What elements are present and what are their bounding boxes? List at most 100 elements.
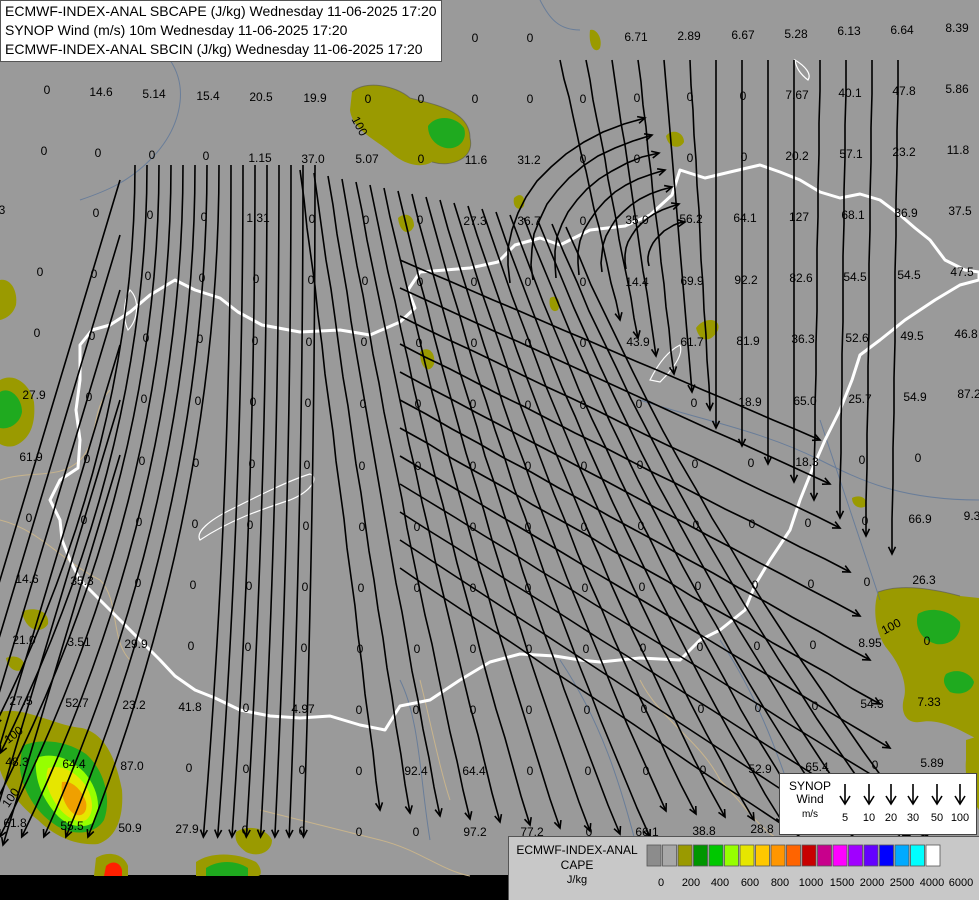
- cape-legend-label: 600: [741, 877, 759, 889]
- cin-value-label: 0: [417, 213, 424, 227]
- cin-value-label: 0: [34, 326, 41, 340]
- cin-value-label: 37.5: [948, 204, 972, 218]
- cin-value-label: 0: [84, 452, 91, 466]
- cin-value-label: 0: [247, 518, 254, 532]
- cin-value-label: 68.1: [841, 208, 865, 222]
- cin-value-label: 54.5: [897, 268, 921, 282]
- cape-legend-label: 400: [711, 877, 729, 889]
- cin-value-label: 0: [805, 516, 812, 530]
- cin-value-label: 87.0: [120, 759, 144, 773]
- cin-value-label: 0: [139, 454, 146, 468]
- cin-value-label: 0: [360, 397, 367, 411]
- cin-value-label: 0: [363, 213, 370, 227]
- cin-value-label: 0: [250, 395, 257, 409]
- synop-wind-legend: SYNOP Wind m/s 5 10 20 30 50 100: [779, 773, 977, 835]
- cin-value-label: 7.33: [917, 695, 941, 709]
- cin-value-label: 0: [580, 92, 587, 106]
- cin-value-label: 0: [470, 703, 477, 717]
- cin-value-label: 0: [246, 579, 253, 593]
- cin-value-label: 81.9: [736, 334, 760, 348]
- cin-value-label: 0: [634, 91, 641, 105]
- cin-value-label: 0: [418, 152, 425, 166]
- cin-value-label: 0: [585, 764, 592, 778]
- cin-value-label: 49.5: [900, 329, 924, 343]
- cin-value-label: 0: [201, 210, 208, 224]
- cin-value-label: 0: [415, 397, 422, 411]
- cin-value-label: 127: [789, 210, 809, 224]
- cape-legend-scale: 0 200 400 600 800 1000 1500 2000 2500 4000 6000: [646, 844, 973, 889]
- cin-value-label: 28.8: [750, 822, 774, 836]
- cin-value-label: 0: [755, 701, 762, 715]
- cin-value-label: 0: [362, 274, 369, 288]
- cin-value-label: 5.86: [945, 82, 969, 96]
- cin-value-label: 0: [692, 457, 699, 471]
- cape-legend-swatch: [910, 844, 925, 867]
- cape-legend-label: 0: [658, 877, 664, 889]
- cin-value-label: 61.7: [680, 335, 704, 349]
- cin-value-label: 35.0: [625, 213, 649, 227]
- cin-value-label: 47.8: [892, 84, 916, 98]
- cin-value-label: 0: [414, 520, 421, 534]
- cin-value-label: 64.4: [462, 764, 486, 778]
- cin-value-label: 0: [415, 459, 422, 473]
- cin-value-label: 0: [580, 214, 587, 228]
- cin-value-label: 0: [186, 761, 193, 775]
- cape-legend-label: 4000: [920, 877, 944, 889]
- cin-value-label: 0: [145, 269, 152, 283]
- cin-value-label: 0: [582, 581, 589, 595]
- synop-arrows: 5 10 20 30 50 100: [839, 784, 969, 824]
- cin-value-label: 0: [740, 89, 747, 103]
- cin-value-label: 0: [41, 144, 48, 158]
- cin-value-label: 0: [812, 699, 819, 713]
- cape-legend-swatch: [894, 844, 910, 867]
- cin-value-label: 0: [924, 634, 931, 648]
- cin-value-label: 0: [637, 458, 644, 472]
- cin-value-label: 0: [580, 275, 587, 289]
- cin-value-label: 0: [691, 396, 698, 410]
- cin-value-label: 0: [810, 638, 817, 652]
- synop-legend-value: 50: [931, 812, 943, 824]
- cin-value-label: 0: [470, 397, 477, 411]
- cin-value-label: 66.9: [908, 512, 932, 526]
- cin-value-label: 0: [197, 332, 204, 346]
- cin-value-label: 0: [581, 520, 588, 534]
- cin-value-label: 9.3: [964, 509, 979, 523]
- cape-legend-swatch: [879, 844, 894, 867]
- cin-value-label: 6.64: [890, 23, 914, 37]
- map-header: ECMWF-INDEX-ANAL SBCAPE (J/kg) Wednesday…: [0, 0, 442, 62]
- cin-value-label: 0: [752, 578, 759, 592]
- cin-value-label: 6.13: [837, 24, 861, 38]
- cin-value-label: 87.2: [957, 387, 979, 401]
- cin-value-label: 0: [359, 520, 366, 534]
- header-line-cin: ECMWF-INDEX-ANAL SBCIN (J/kg) Wednesday …: [5, 41, 423, 57]
- cin-value-label: 52.6: [845, 331, 869, 345]
- cin-value-label: 0: [859, 453, 866, 467]
- cin-value-label: 0: [638, 519, 645, 533]
- cape-legend-swatch: [646, 844, 662, 867]
- cin-value-label: 0: [304, 458, 311, 472]
- cin-value-label: 0: [203, 149, 210, 163]
- cin-value-label: 0: [526, 642, 533, 656]
- cin-value-label: 0: [413, 825, 420, 839]
- cin-value-label: 0: [253, 272, 260, 286]
- cin-value-label: 0: [580, 398, 587, 412]
- cin-value-label: 0: [252, 334, 259, 348]
- cin-value-label: 5.89: [920, 756, 944, 770]
- cape-legend-label: 1500: [830, 877, 854, 889]
- cin-value-label: 0: [472, 31, 479, 45]
- cin-value-label: 0: [915, 451, 922, 465]
- cin-value-label: 27.9: [22, 388, 46, 402]
- cin-value-label: 0: [748, 456, 755, 470]
- cin-value-label: 0: [192, 517, 199, 531]
- cin-value-label: 0: [471, 336, 478, 350]
- cin-value-label: 18.9: [738, 395, 762, 409]
- cin-value-label: 14.6: [89, 85, 113, 99]
- cape-legend-swatch: [770, 844, 786, 867]
- cin-value-label: 61.9: [19, 450, 43, 464]
- cin-value-label: 0: [147, 208, 154, 222]
- cin-value-label: 0: [470, 581, 477, 595]
- cin-value-label: 0: [299, 763, 306, 777]
- cin-value-label: 0: [527, 92, 534, 106]
- cin-value-label: 29.9: [124, 637, 148, 651]
- cin-value-label: 61.8: [3, 816, 27, 830]
